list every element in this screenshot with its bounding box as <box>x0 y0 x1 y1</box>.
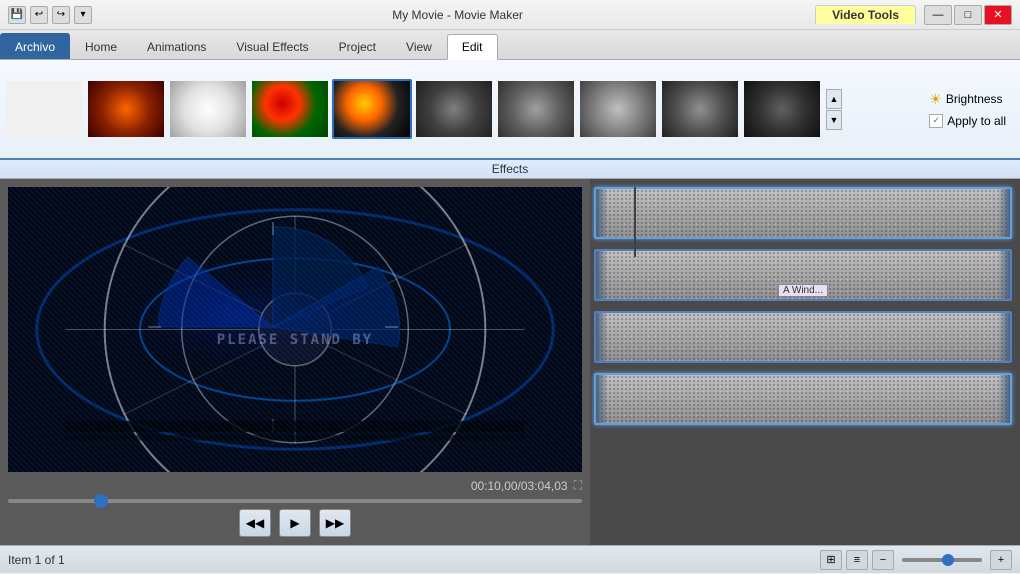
close-button[interactable]: ✕ <box>984 5 1012 25</box>
preview-video: PLEASE STAND BY <box>8 187 582 472</box>
zoom-slider[interactable] <box>902 558 982 562</box>
save-icon[interactable]: 💾 <box>8 6 26 24</box>
redo-icon[interactable]: ↪ <box>52 6 70 24</box>
zoom-out-button[interactable]: − <box>872 550 894 570</box>
forward-button[interactable]: ▶▶ <box>319 509 351 537</box>
timeline-scroll[interactable]: A Wind... <box>590 179 1020 545</box>
quick-access-toolbar: 💾 ↩ ↪ ▾ <box>8 6 92 24</box>
tab-animations[interactable]: Animations <box>132 33 221 59</box>
apply-to-all-button[interactable]: ✓ Apply to all <box>923 112 1012 130</box>
forward-icon: ▶▶ <box>326 516 344 530</box>
timeline-clip-4[interactable] <box>594 373 1012 425</box>
grid-view-button[interactable]: ⊞ <box>820 550 842 570</box>
play-button[interactable]: ▶ <box>279 509 311 537</box>
clip-left-handle-1 <box>596 189 608 237</box>
timestamp-display: 00:10,00/03:04,03 <box>471 479 568 493</box>
brightness-button[interactable]: ☀ Brightness <box>923 89 1012 110</box>
ribbon: ▲ ▼ ☀ Brightness ✓ Apply to all <box>0 60 1020 160</box>
main-content: PLEASE STAND BY 00:10,00/03:04,03 <box>0 179 1020 545</box>
zoom-slider-thumb[interactable] <box>942 554 954 566</box>
timeline-clip-3[interactable] <box>594 311 1012 363</box>
list-view-button[interactable]: ≡ <box>846 550 868 570</box>
title-bar: 💾 ↩ ↪ ▾ My Movie - Movie Maker Video Too… <box>0 0 1020 30</box>
tab-view[interactable]: View <box>391 33 447 59</box>
effect-red-poppy[interactable] <box>250 79 330 139</box>
apply-to-all-label: Apply to all <box>947 114 1006 128</box>
clip-label-2: A Wind... <box>778 284 828 297</box>
checkbox-icon: ✓ <box>929 114 943 128</box>
tv-scanlines <box>8 187 582 472</box>
brightness-icon: ☀ <box>929 91 942 108</box>
ribbon-scroll-down[interactable]: ▼ <box>826 110 842 130</box>
clip-noise-1 <box>596 189 1010 237</box>
test-card: PLEASE STAND BY <box>8 187 582 472</box>
ribbon-right-panel: ☀ Brightness ✓ Apply to all <box>923 89 1012 130</box>
tab-project[interactable]: Project <box>324 33 391 59</box>
playhead-cursor <box>634 187 636 257</box>
status-text: Item 1 of 1 <box>8 553 812 567</box>
ribbon-scroll-up[interactable]: ▲ <box>826 89 842 109</box>
dropdown-icon[interactable]: ▾ <box>74 6 92 24</box>
effect-very-dark[interactable] <box>742 79 822 139</box>
clip-noise-4 <box>596 375 1010 423</box>
clip-left-handle-4 <box>596 375 608 423</box>
zoom-out-icon: − <box>880 554 886 566</box>
preview-panel: PLEASE STAND BY 00:10,00/03:04,03 <box>0 179 590 545</box>
clip-noise-3 <box>596 313 1010 361</box>
timeline-clip-2[interactable]: A Wind... <box>594 249 1012 301</box>
tab-visual-effects[interactable]: Visual Effects <box>221 33 323 59</box>
effect-gray-lighter[interactable] <box>578 79 658 139</box>
ribbon-scroll-controls: ▲ ▼ <box>826 89 842 130</box>
app-title: My Movie - Movie Maker <box>100 8 815 22</box>
window-controls: — □ ✕ <box>924 5 1012 25</box>
effects-label: Effects <box>0 160 1020 179</box>
video-tools-label: Video Tools <box>815 5 916 24</box>
clip-wrapper-1 <box>594 187 1012 239</box>
brightness-label: Brightness <box>946 92 1003 106</box>
tab-home[interactable]: Home <box>70 33 132 59</box>
effect-gray-medium[interactable] <box>496 79 576 139</box>
menu-bar: Archivo Home Animations Visual Effects P… <box>0 30 1020 60</box>
status-controls: ⊞ ≡ − + <box>820 550 1012 570</box>
clip-right-handle-3 <box>998 313 1010 361</box>
effect-orange[interactable] <box>86 79 166 139</box>
effect-white-swirl[interactable] <box>168 79 248 139</box>
timeline-panel: A Wind... <box>590 179 1020 545</box>
minimize-button[interactable]: — <box>924 5 952 25</box>
clip-left-handle-2 <box>596 251 608 299</box>
clip-right-handle-4 <box>998 375 1010 423</box>
status-bar: Item 1 of 1 ⊞ ≡ − + <box>0 545 1020 573</box>
expand-icon[interactable]: ⛶ <box>574 478 582 493</box>
seek-track[interactable] <box>8 499 582 503</box>
effect-none[interactable] <box>4 79 84 139</box>
play-icon: ▶ <box>290 516 299 530</box>
clip-right-handle-2 <box>998 251 1010 299</box>
rewind-icon: ◀◀ <box>246 516 264 530</box>
seek-thumb[interactable] <box>94 494 108 508</box>
preview-controls: ◀◀ ▶ ▶▶ <box>8 509 582 537</box>
clip-right-handle-1 <box>998 189 1010 237</box>
clip-left-handle-3 <box>596 313 608 361</box>
zoom-in-button[interactable]: + <box>990 550 1012 570</box>
maximize-button[interactable]: □ <box>954 5 982 25</box>
tab-edit[interactable]: Edit <box>447 34 498 60</box>
tab-archivo[interactable]: Archivo <box>0 33 70 59</box>
rewind-button[interactable]: ◀◀ <box>239 509 271 537</box>
zoom-in-icon: + <box>998 554 1004 566</box>
timeline-clip-1[interactable] <box>594 187 1012 239</box>
effect-dark-gray[interactable] <box>660 79 740 139</box>
effect-yellow-flower[interactable] <box>332 79 412 139</box>
undo-icon[interactable]: ↩ <box>30 6 48 24</box>
effect-gray-dark[interactable] <box>414 79 494 139</box>
preview-seek-bar <box>8 499 582 503</box>
preview-time: 00:10,00/03:04,03 ⛶ <box>8 478 582 493</box>
